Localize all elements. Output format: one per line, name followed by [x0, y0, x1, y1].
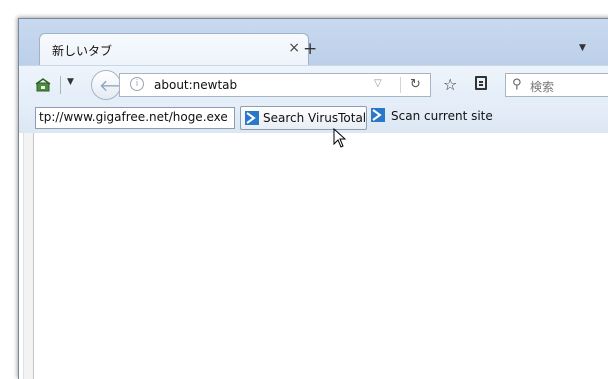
reload-icon[interactable]: ↻: [410, 77, 421, 92]
desktop-background-left: [0, 0, 18, 370]
url-divider: [400, 77, 401, 93]
tab-new-tab[interactable]: 新しいタブ ×: [39, 33, 309, 65]
url-bar[interactable]: i about:newtab ▽ ↻: [119, 73, 431, 97]
chevron-down-icon[interactable]: ▽: [374, 78, 382, 89]
tab-title: 新しいタブ: [52, 44, 113, 58]
search-icon: ⚲: [512, 77, 522, 92]
page-content[interactable]: [19, 133, 608, 379]
mouse-cursor-icon: [333, 128, 347, 148]
new-tab-button[interactable]: +: [303, 39, 317, 59]
chevron-down-icon[interactable]: ▼: [579, 43, 586, 53]
home-icon[interactable]: [35, 78, 51, 95]
virustotal-toolbar: tp://www.gigafree.net/hoge.exe Search Vi…: [19, 103, 608, 134]
virustotal-logo-icon: [245, 111, 259, 125]
navigation-bar: ▼ 🡐 i about:newtab ▽ ↻ ☆ ⚲ 検索: [19, 65, 608, 104]
sidebar-strip: [23, 133, 34, 379]
url-text[interactable]: about:newtab: [154, 78, 237, 92]
search-virustotal-label: Search VirusTotal: [263, 111, 367, 125]
tab-strip: 新しいタブ × + ▼: [19, 19, 608, 65]
search-input[interactable]: ⚲ 検索: [505, 73, 608, 97]
star-icon[interactable]: ☆: [443, 75, 457, 94]
desktop-background: [0, 0, 608, 18]
scan-current-site-label: Scan current site: [391, 109, 493, 123]
browser-window: 新しいタブ × + ▼ ▼ 🡐 i about:newtab ▽ ↻ ☆: [18, 18, 608, 379]
close-icon[interactable]: ×: [288, 40, 300, 56]
info-icon[interactable]: i: [130, 77, 144, 91]
virustotal-logo-icon: [371, 108, 385, 122]
toolbar-separator: [60, 76, 61, 94]
back-button[interactable]: 🡐: [91, 70, 142, 100]
clipboard-icon[interactable]: [475, 76, 487, 90]
search-virustotal-button[interactable]: Search VirusTotal: [240, 106, 367, 130]
virustotal-url-input[interactable]: tp://www.gigafree.net/hoge.exe: [35, 107, 235, 129]
chevron-down-icon[interactable]: ▼: [67, 77, 74, 87]
search-placeholder: 検索: [530, 80, 555, 94]
